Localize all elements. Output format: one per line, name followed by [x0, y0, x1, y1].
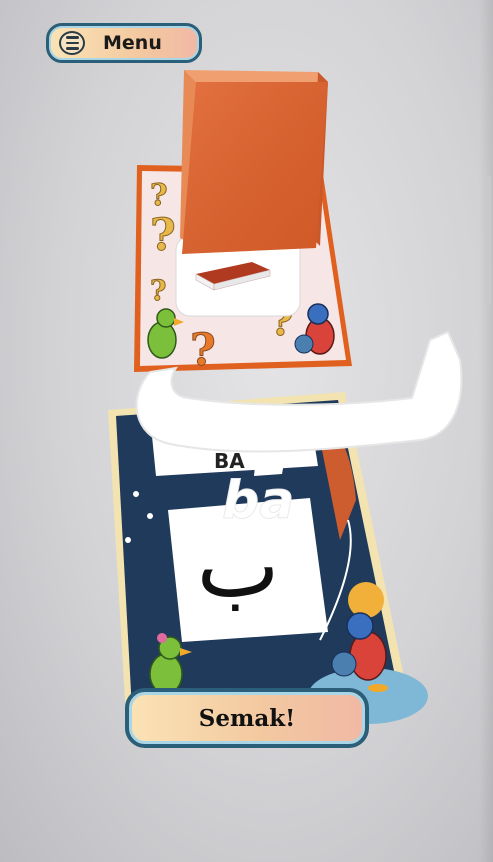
ar-book-model	[180, 70, 328, 254]
svg-text:?: ?	[150, 274, 166, 307]
check-button[interactable]: Semak!	[125, 688, 369, 748]
svg-text:?: ?	[150, 178, 168, 213]
screen-edge-bar	[485, 175, 491, 305]
check-button-label: Semak!	[198, 704, 296, 732]
menu-button[interactable]: Menu	[46, 23, 202, 63]
svg-text:?: ?	[190, 325, 216, 376]
menu-label: Menu	[103, 32, 162, 54]
ar-floating-latin: ba	[222, 471, 294, 531]
hamburger-icon	[59, 31, 85, 55]
screen-edge-shadow	[479, 0, 493, 862]
svg-text:?: ?	[150, 210, 176, 261]
card-header-text: BA	[214, 449, 245, 473]
